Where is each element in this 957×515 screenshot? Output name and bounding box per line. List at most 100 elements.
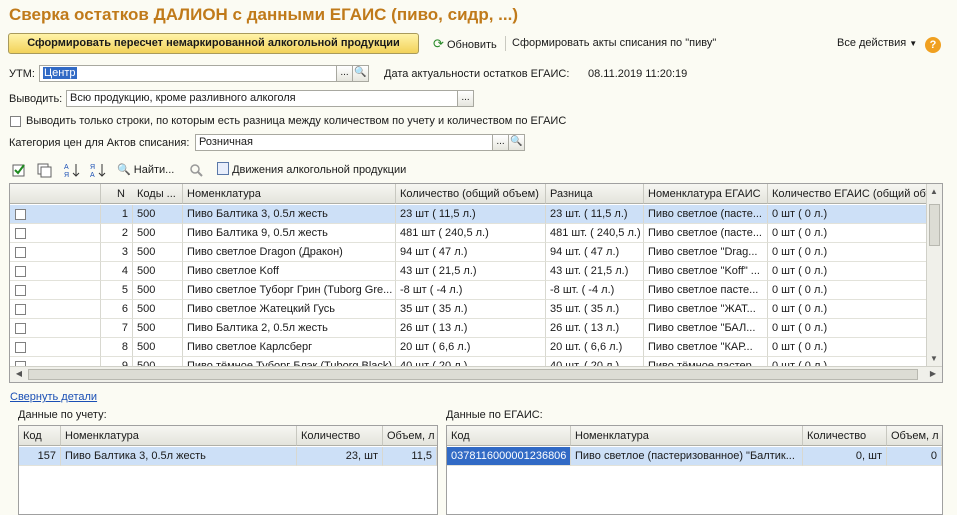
egais-cell-code: 0378116000001236806 — [447, 447, 571, 466]
price-category-field[interactable]: Розничная — [195, 134, 493, 151]
sort-desc-icon[interactable]: ЯA — [90, 162, 106, 179]
egais-header-nomenclature[interactable]: Номенклатура — [571, 426, 803, 446]
row-checkbox[interactable] — [15, 323, 26, 334]
table-row[interactable]: 7 500 Пиво Балтика 2, 0.5л жесть 26 шт ( 13… — [10, 319, 928, 338]
cancel-search-icon[interactable] — [188, 162, 204, 178]
scroll-up-icon[interactable]: ▲ — [927, 185, 941, 199]
grid-cell-codes: 500 — [133, 300, 183, 319]
column-header-check[interactable] — [10, 184, 101, 204]
row-checkbox[interactable] — [15, 266, 26, 277]
form-recount-button[interactable]: Сформировать пересчет немаркированной ал… — [8, 33, 419, 54]
help-button[interactable]: ? — [925, 37, 941, 53]
main-grid[interactable]: N Коды ... Номенклатура Количество (общи… — [9, 183, 943, 383]
egais-data-label: Данные по ЕГАИС: — [446, 409, 543, 421]
row-checkbox[interactable] — [15, 285, 26, 296]
column-header-codes[interactable]: Коды ... — [133, 184, 183, 204]
grid-cell-quantity: 43 шт ( 21,5 л.) — [396, 262, 546, 281]
grid-cell-egais-nomenclature: Пиво светлое (пасте... — [644, 224, 768, 243]
form-acts-button[interactable]: Сформировать акты списания по "пиву" — [512, 33, 716, 54]
accounting-header-code[interactable]: Код — [19, 426, 61, 446]
vertical-scrollbar[interactable]: ▲ ▼ — [926, 184, 942, 367]
price-category-open-button[interactable]: 🔍 — [508, 134, 525, 151]
grid-cell-n: 7 — [101, 319, 133, 338]
grid-cell-egais-quantity: 0 шт ( 0 л.) — [768, 300, 928, 319]
all-actions-menu[interactable]: Все действия ▼ — [837, 33, 917, 54]
utm-label: УТМ: — [9, 68, 35, 80]
accounting-row[interactable]: 157 Пиво Балтика 3, 0.5л жесть 23, шт 11… — [19, 447, 437, 466]
grid-cell-codes: 500 — [133, 281, 183, 300]
grid-cell-check[interactable] — [10, 300, 101, 319]
grid-cell-n: 8 — [101, 338, 133, 357]
price-category-select-button[interactable]: ... — [492, 134, 509, 151]
accounting-header-nomenclature[interactable]: Номенклатура — [61, 426, 297, 446]
refresh-button[interactable]: ⟳ Обновить — [433, 33, 497, 54]
hscroll-thumb[interactable] — [28, 369, 918, 380]
row-checkbox[interactable] — [15, 304, 26, 315]
grid-cell-check[interactable] — [10, 224, 101, 243]
grid-cell-nomenclature: Пиво Балтика 2, 0.5л жесть — [183, 319, 396, 338]
egais-header-volume[interactable]: Объем, л — [887, 426, 942, 446]
movements-button[interactable]: Движения алкогольной продукции — [217, 162, 406, 178]
output-select-button[interactable]: ... — [457, 90, 474, 107]
grid-cell-quantity: 20 шт ( 6,6 л.) — [396, 338, 546, 357]
utm-field[interactable]: Центр — [39, 65, 337, 82]
grid-cell-n: 1 — [101, 205, 133, 224]
grid-cell-nomenclature: Пиво Балтика 3, 0.5л жесть — [183, 205, 396, 224]
scroll-down-icon[interactable]: ▼ — [927, 352, 941, 366]
scroll-left-icon[interactable]: ◀ — [12, 367, 26, 381]
egais-grid[interactable]: Код Номенклатура Количество Объем, л 037… — [446, 425, 943, 515]
grid-cell-n: 3 — [101, 243, 133, 262]
column-header-egais-nomenclature[interactable]: Номенклатура ЕГАИС — [644, 184, 768, 204]
only-diff-checkbox[interactable] — [10, 116, 21, 127]
grid-cell-egais-nomenclature: Пиво светлое "БАЛ... — [644, 319, 768, 338]
grid-cell-check[interactable] — [10, 338, 101, 357]
table-row[interactable]: 1 500 Пиво Балтика 3, 0.5л жесть 23 шт ( 11… — [10, 205, 928, 224]
collapse-details-link[interactable]: Свернуть детали — [10, 391, 97, 403]
grid-cell-n: 6 — [101, 300, 133, 319]
sort-asc-icon[interactable]: AЯ — [64, 162, 80, 179]
row-checkbox[interactable] — [15, 209, 26, 220]
grid-cell-check[interactable] — [10, 319, 101, 338]
table-row[interactable]: 6 500 Пиво светлое Жатецкий Гусь 35 шт ( 35… — [10, 300, 928, 319]
grid-cell-nomenclature: Пиво Балтика 9, 0.5л жесть — [183, 224, 396, 243]
find-button[interactable]: 🔍 Найти... — [117, 162, 174, 178]
column-header-egais-quantity[interactable]: Количество ЕГАИС (общий объем) — [768, 184, 942, 204]
egais-cell-quantity: 0, шт — [803, 447, 887, 466]
column-header-quantity[interactable]: Количество (общий объем) — [396, 184, 546, 204]
grid-cell-check[interactable] — [10, 262, 101, 281]
horizontal-scrollbar[interactable]: ◀ ▶ — [10, 366, 942, 382]
grid-cell-codes: 500 — [133, 243, 183, 262]
accounting-grid[interactable]: Код Номенклатура Количество Объем, л 157… — [18, 425, 438, 515]
row-checkbox[interactable] — [15, 247, 26, 258]
table-row[interactable]: 8 500 Пиво светлое Карлсберг 20 шт ( 6,6 л.… — [10, 338, 928, 357]
check-all-icon[interactable] — [11, 162, 27, 178]
uncheck-all-icon[interactable] — [37, 162, 53, 178]
row-checkbox[interactable] — [15, 228, 26, 239]
accounting-header-quantity[interactable]: Количество — [297, 426, 383, 446]
utm-select-button[interactable]: ... — [336, 65, 353, 82]
table-row[interactable]: 2 500 Пиво Балтика 9, 0.5л жесть 481 шт ( 2… — [10, 224, 928, 243]
egais-row[interactable]: 0378116000001236806 Пиво светлое (пастер… — [447, 447, 942, 466]
egais-header-code[interactable]: Код — [447, 426, 571, 446]
table-row[interactable]: 4 500 Пиво светлое Koff 43 шт ( 21,5 л.) 43 … — [10, 262, 928, 281]
grid-cell-egais-quantity: 0 шт ( 0 л.) — [768, 205, 928, 224]
grid-cell-check[interactable] — [10, 205, 101, 224]
grid-cell-codes: 500 — [133, 224, 183, 243]
grid-cell-check[interactable] — [10, 243, 101, 262]
table-row[interactable]: 5 500 Пиво светлое Туборг Грин (Tuborg Gre… — [10, 281, 928, 300]
scroll-right-icon[interactable]: ▶ — [926, 367, 940, 381]
svg-text:A: A — [64, 164, 69, 171]
table-row[interactable]: 3 500 Пиво светлое Dragon (Дракон) 94 шт ( … — [10, 243, 928, 262]
egais-cell-volume: 0 — [887, 447, 942, 466]
column-header-difference[interactable]: Разница — [546, 184, 644, 204]
egais-date-value: 08.11.2019 11:20:19 — [588, 68, 688, 80]
row-checkbox[interactable] — [15, 342, 26, 353]
utm-open-button[interactable]: 🔍 — [352, 65, 369, 82]
scroll-thumb[interactable] — [929, 204, 940, 246]
grid-cell-egais-nomenclature: Пиво светлое "КАР... — [644, 338, 768, 357]
egais-header-quantity[interactable]: Количество — [803, 426, 887, 446]
grid-cell-check[interactable] — [10, 281, 101, 300]
accounting-header-volume[interactable]: Объем, л — [383, 426, 437, 446]
column-header-nomenclature[interactable]: Номенклатура — [183, 184, 396, 204]
output-field[interactable]: Всю продукцию, кроме разливного алкоголя — [66, 90, 458, 107]
